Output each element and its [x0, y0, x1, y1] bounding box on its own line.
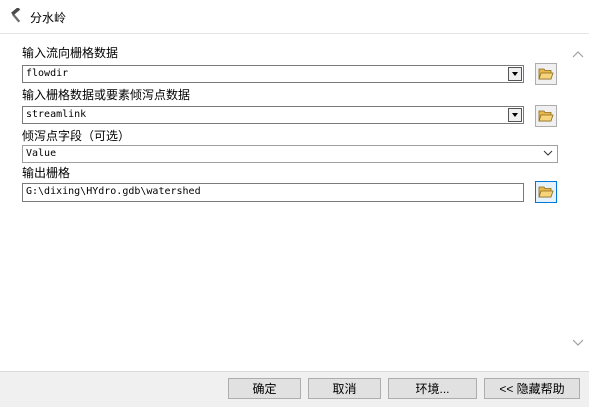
- pour-point-select[interactable]: streamlink: [22, 106, 524, 124]
- scroll-down-icon[interactable]: [572, 339, 584, 347]
- open-folder-icon: [538, 68, 554, 80]
- window-title: 分水岭: [30, 11, 67, 25]
- environments-button[interactable]: 环境...: [388, 378, 477, 399]
- flow-direction-dropdown-button[interactable]: [508, 67, 522, 81]
- button-bar: 确定 取消 环境... << 隐藏帮助: [0, 371, 589, 407]
- pour-point-field-value: Value: [26, 148, 57, 159]
- cancel-button[interactable]: 取消: [308, 378, 381, 399]
- hammer-icon: [11, 8, 21, 23]
- output-raster-input[interactable]: G:\dixing\HYdro.gdb\watershed: [22, 183, 524, 202]
- pour-point-field-select[interactable]: Value: [22, 145, 558, 163]
- output-raster-label: 输出栅格: [22, 166, 71, 180]
- open-folder-icon: [538, 186, 554, 198]
- flow-direction-browse-button[interactable]: [535, 63, 557, 85]
- title-bar: 分水岭: [0, 0, 589, 34]
- hide-help-button[interactable]: << 隐藏帮助: [484, 378, 580, 399]
- open-folder-icon: [538, 110, 554, 122]
- pour-point-label: 输入栅格数据或要素倾泻点数据: [22, 88, 191, 102]
- ok-button[interactable]: 确定: [228, 378, 301, 399]
- pour-point-field-label: 倾泻点字段（可选）: [22, 129, 131, 143]
- vertical-scrollbar[interactable]: [568, 34, 588, 371]
- flow-direction-value: flowdir: [26, 68, 69, 79]
- output-raster-browse-button[interactable]: [535, 181, 557, 203]
- scroll-up-icon[interactable]: [572, 50, 584, 58]
- flow-direction-label: 输入流向栅格数据: [22, 46, 119, 60]
- tool-dialog-content: 输入流向栅格数据 flowdir 输入栅格数据或要素倾泻点数据 streamli…: [0, 34, 568, 371]
- pour-point-dropdown-button[interactable]: [508, 108, 522, 122]
- pour-point-browse-button[interactable]: [535, 105, 557, 127]
- output-raster-value: G:\dixing\HYdro.gdb\watershed: [26, 186, 201, 197]
- chevron-down-icon: [543, 150, 553, 156]
- pour-point-value: streamlink: [26, 109, 87, 120]
- flow-direction-select[interactable]: flowdir: [22, 65, 524, 83]
